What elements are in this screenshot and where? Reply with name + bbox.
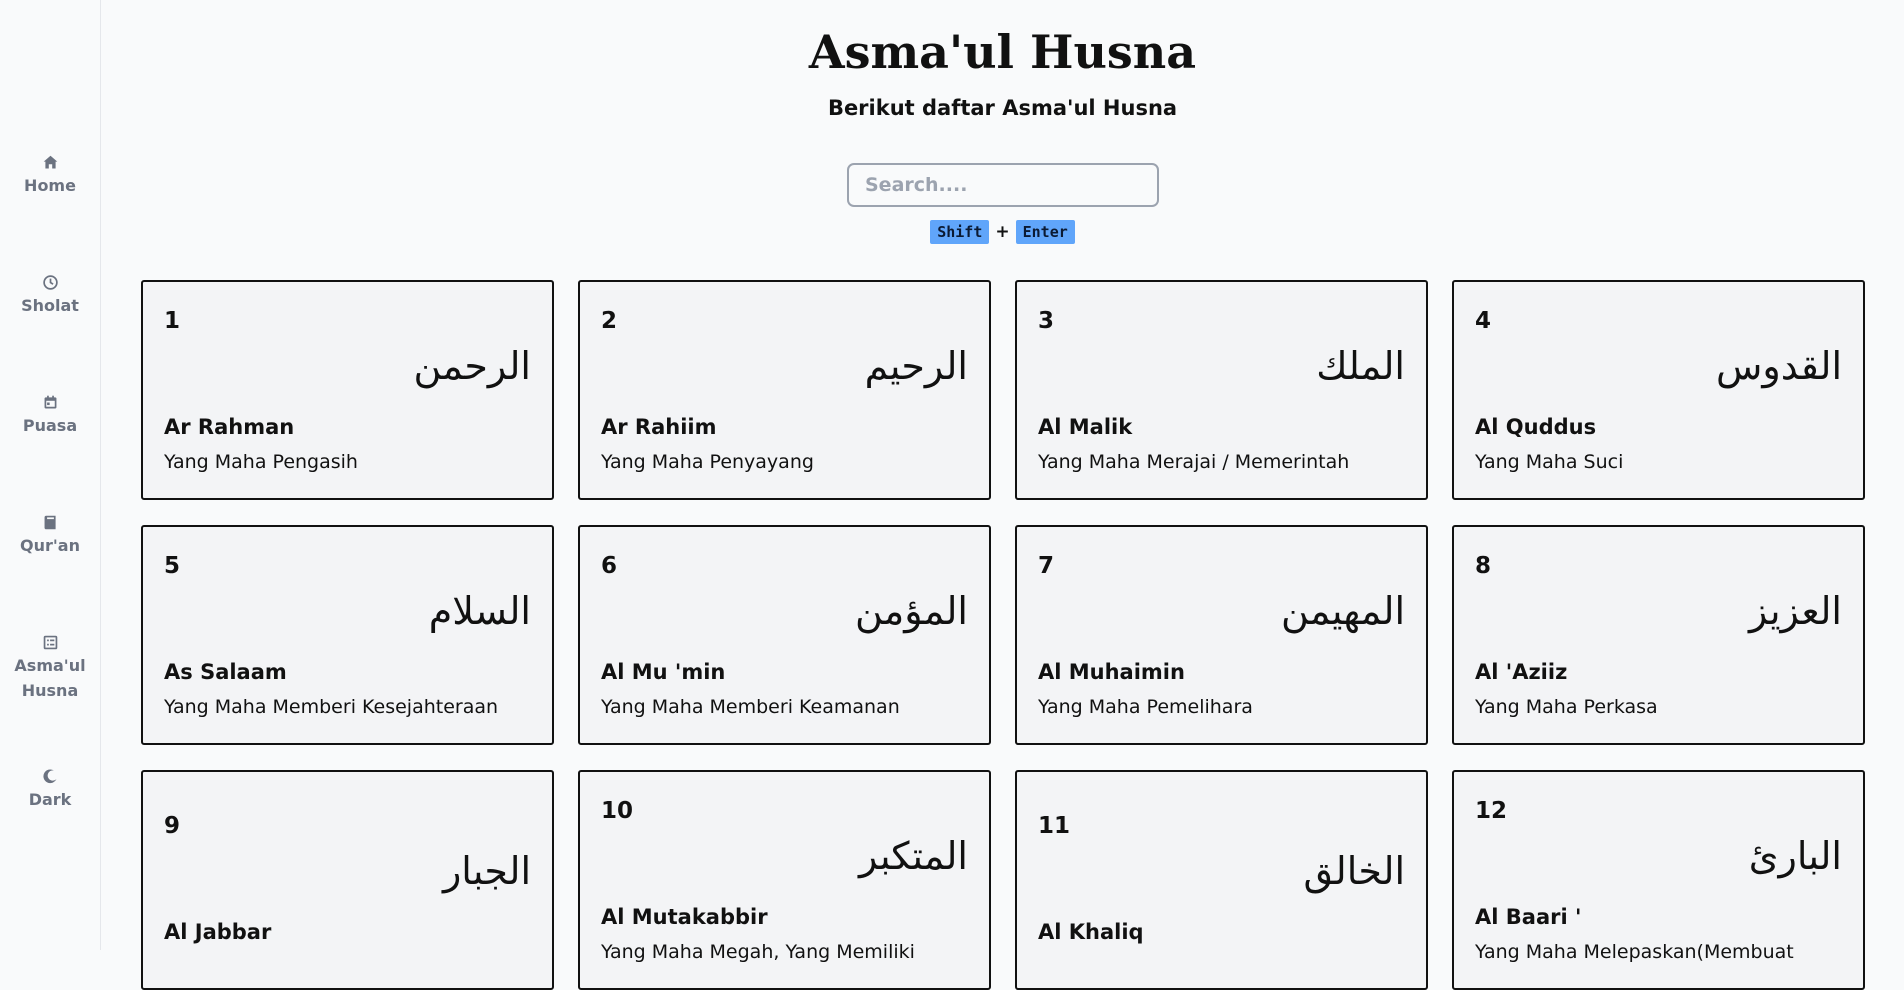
name-number: 4 [1475,308,1492,334]
name-card[interactable]: 3 الملك Al Malik Yang Maha Merajai / Mem… [1015,280,1428,500]
name-latin: Al Quddus [1475,415,1597,439]
name-latin: Al Mutakabbir [601,905,768,929]
name-card[interactable]: 9 الجبار Al Jabbar [141,770,554,990]
sidebar-item-label: Qur'an [20,536,80,555]
name-card[interactable]: 7 المهيمن Al Muhaimin Yang Maha Pemeliha… [1015,525,1428,745]
name-card[interactable]: 12 البارئ Al Baari ' Yang Maha Melepaska… [1452,770,1865,990]
name-meaning: Yang Maha Memberi Keamanan [601,696,900,718]
calendar-icon [44,395,56,409]
dark-mode-toggle[interactable]: Dark [0,768,100,812]
name-number: 2 [601,308,618,334]
name-number: 5 [164,553,181,579]
name-meaning: Yang Maha Melepaskan(Membuat [1475,941,1794,963]
name-latin: Al Baari ' [1475,905,1582,929]
search-shortcut-hint: Shift + Enter [101,220,1904,244]
name-number: 8 [1475,553,1492,579]
name-card[interactable]: 5 السلام As Salaam Yang Maha Memberi Kes… [141,525,554,745]
shift-key: Shift [930,220,990,244]
name-number: 9 [164,813,181,839]
name-meaning: Yang Maha Penyayang [601,451,814,473]
home-icon [43,155,57,169]
name-latin: As Salaam [164,660,287,684]
name-arabic: الخالق [1303,849,1405,893]
sidebar-item-sholat[interactable]: Sholat [0,274,100,318]
search-input[interactable] [847,163,1159,207]
name-arabic: المؤمن [854,589,968,633]
name-arabic: المتكبر [859,834,968,878]
sidebar-item-asmaul-husna[interactable]: Asma'ul Husna [0,634,100,703]
name-latin: Ar Rahman [164,415,295,439]
name-latin: Al Jabbar [164,920,272,944]
name-arabic: الملك [1316,344,1405,388]
name-card[interactable]: 8 العزيز Al 'Aziiz Yang Maha Perkasa [1452,525,1865,745]
sidebar-item-puasa[interactable]: Puasa [0,394,100,438]
page-title: Asma'ul Husna [808,25,1197,79]
name-latin: Al Muhaimin [1038,660,1185,684]
name-arabic: الرحيم [864,344,968,388]
name-meaning: Yang Maha Pengasih [164,451,358,473]
name-meaning: Yang Maha Memberi Kesejahteraan [164,696,499,718]
name-card[interactable]: 1 الرحمن Ar Rahman Yang Maha Pengasih [141,280,554,500]
name-number: 7 [1038,553,1055,579]
sidebar-item-label: Home [24,176,76,195]
name-meaning: Yang Maha Megah, Yang Memiliki [601,941,915,963]
sidebar-item-quran[interactable]: Qur'an [0,514,100,558]
name-arabic: القدوس [1715,344,1842,388]
name-latin: Al Mu 'min [601,660,726,684]
name-latin: Ar Rahiim [601,415,717,439]
sidebar-item-home[interactable]: Home [0,154,100,198]
clock-icon [42,275,58,290]
name-arabic: المهيمن [1281,589,1405,633]
main-content: Asma'ul Husna Berikut daftar Asma'ul Hus… [101,0,1904,990]
list-icon [43,635,57,650]
name-arabic: الجبار [442,849,531,893]
name-meaning: Yang Maha Pemelihara [1038,696,1253,718]
name-arabic: السلام [428,589,531,633]
name-latin: Al Khaliq [1038,920,1144,944]
name-number: 12 [1475,798,1508,824]
name-card[interactable]: 4 القدوس Al Quddus Yang Maha Suci [1452,280,1865,500]
name-card[interactable]: 2 الرحيم Ar Rahiim Yang Maha Penyayang [578,280,991,500]
name-card[interactable]: 10 المتكبر Al Mutakabbir Yang Maha Megah… [578,770,991,990]
enter-key: Enter [1015,220,1075,244]
name-arabic: العزيز [1749,589,1842,633]
name-arabic: البارئ [1748,834,1842,878]
name-latin: Al 'Aziiz [1475,660,1568,684]
name-number: 11 [1038,813,1071,839]
name-meaning: Yang Maha Suci [1475,451,1624,473]
name-number: 10 [601,798,634,824]
book-icon [44,515,56,530]
name-meaning: Yang Maha Perkasa [1475,696,1658,718]
sidebar: Home Sholat Puasa Qur'an Asma'ul Husna D… [0,0,101,950]
name-arabic: الرحمن [413,344,532,388]
page-subtitle: Berikut daftar Asma'ul Husna [827,96,1178,120]
name-meaning: Yang Maha Merajai / Memerintah [1038,451,1350,473]
name-number: 1 [164,308,181,334]
name-latin: Al Malik [1038,415,1133,439]
name-number: 3 [1038,308,1055,334]
name-card[interactable]: 11 الخالق Al Khaliq [1015,770,1428,990]
name-number: 6 [601,553,618,579]
sidebar-item-label: Asma'ul Husna [14,656,86,700]
moon-icon [42,769,56,784]
sidebar-item-label: Puasa [22,416,78,435]
sidebar-item-label: Dark [28,790,72,809]
name-card[interactable]: 6 المؤمن Al Mu 'min Yang Maha Memberi Ke… [578,525,991,745]
sidebar-item-label: Sholat [21,296,79,315]
shortcut-plus: + [995,222,1010,242]
